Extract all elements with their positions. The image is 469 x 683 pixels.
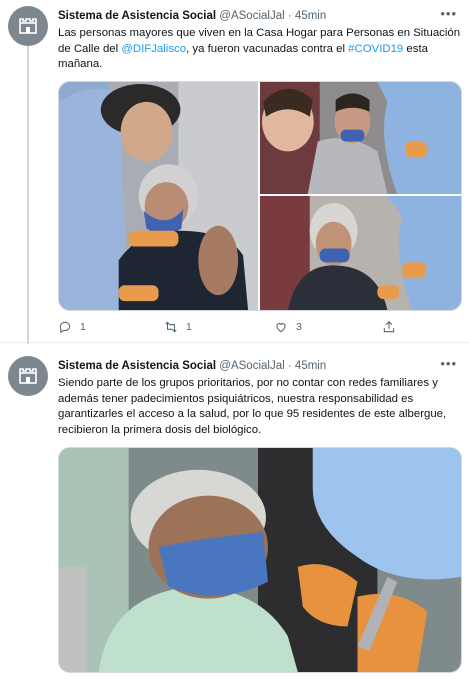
author-name[interactable]: Sistema de Asistencia Social [58,360,216,372]
separator-dot: · [287,10,292,22]
more-options-icon[interactable]: ••• [440,7,457,21]
photo-vaccination-2[interactable] [260,82,461,195]
retweet-count: 1 [186,321,192,333]
tweet-header: Sistema de Asistencia Social @ASocialJal… [58,357,457,373]
mention-link[interactable]: @DIFJalisco [121,43,186,55]
author-handle[interactable]: @ASocialJal [219,10,284,22]
photo-vaccination-3[interactable] [260,196,461,310]
author-name[interactable]: Sistema de Asistencia Social [58,10,216,22]
timestamp[interactable]: 45min [295,10,326,22]
timestamp[interactable]: 45min [295,360,326,372]
tweet-text: Las personas mayores que viven en la Cas… [58,26,463,73]
avatar[interactable] [8,6,48,46]
like-button[interactable]: 3 [274,320,302,334]
tweet-2[interactable]: Sistema de Asistencia Social @ASocialJal… [0,344,469,683]
reply-count: 1 [80,321,86,333]
tweet-text: Siendo parte de los grupos prioritarios,… [58,377,447,436]
tweet-actions: 1 1 3 [58,320,458,336]
building-logo-icon [19,18,37,34]
like-count: 3 [296,321,302,333]
photo-vaccination-4[interactable] [59,448,461,672]
hashtag-link[interactable]: #COVID19 [348,43,403,55]
retweet-icon [165,321,177,333]
avatar[interactable] [8,356,48,396]
reply-icon [59,321,71,334]
share-icon [383,321,395,333]
heart-icon [276,323,286,333]
reply-button[interactable]: 1 [58,320,86,334]
retweet-button[interactable]: 1 [164,320,192,334]
thread-connector-line [27,46,29,344]
photo-vaccination-1[interactable] [59,82,259,310]
tweet-text-part: , ya fueron vacunadas contra el [186,42,349,55]
share-button[interactable] [382,320,396,334]
media-single[interactable] [58,447,462,673]
media-grid[interactable] [58,81,462,311]
separator-dot: · [287,360,292,372]
tweet-1[interactable]: Sistema de Asistencia Social @ASocialJal… [0,0,469,344]
tweet-header: Sistema de Asistencia Social @ASocialJal… [58,7,457,23]
building-logo-icon [19,368,37,384]
more-options-icon[interactable]: ••• [440,357,457,371]
author-handle[interactable]: @ASocialJal [219,360,284,372]
